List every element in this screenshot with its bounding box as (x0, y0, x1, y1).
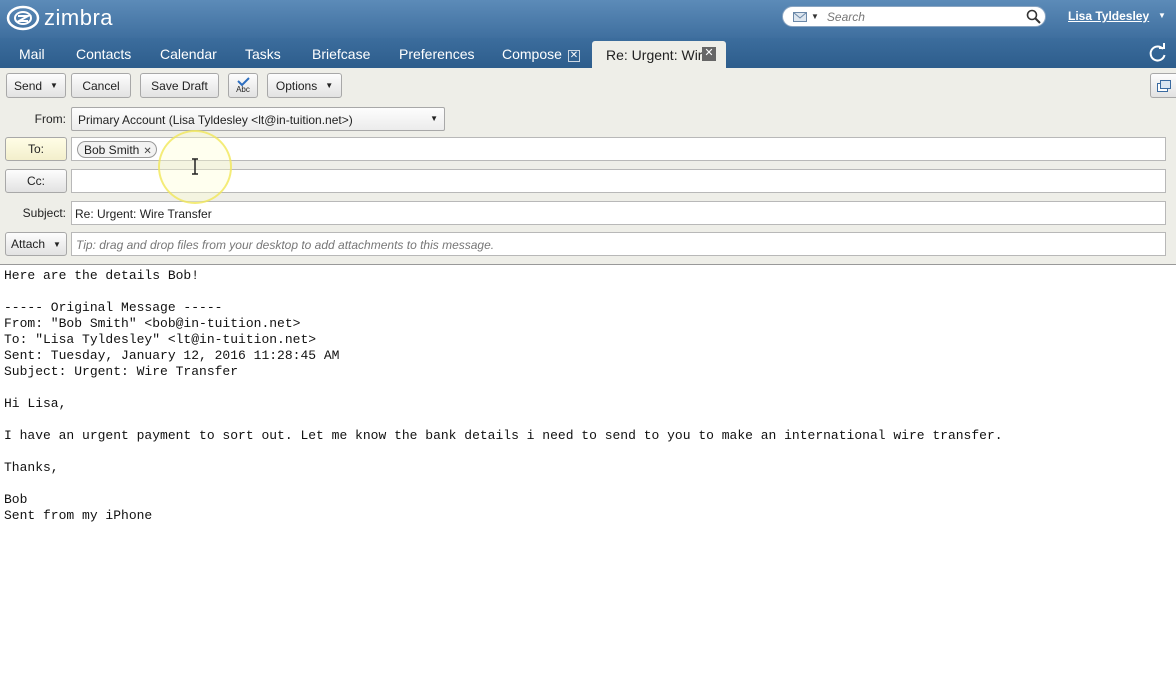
tab-reply-compose[interactable]: Re: Urgent: Wir ✕ (592, 41, 726, 68)
spell-check-label: Abc (236, 85, 250, 94)
new-window-icon (1156, 79, 1171, 92)
cancel-button[interactable]: Cancel (71, 73, 131, 98)
recipient-name: Bob Smith (84, 143, 140, 157)
subject-value: Re: Urgent: Wire Transfer (75, 207, 212, 221)
to-address-book-button[interactable]: To: (5, 137, 67, 161)
tab-mail[interactable]: Mail (19, 46, 45, 62)
brand-name: zimbra (44, 5, 114, 30)
options-button[interactable]: Options ▼ (267, 73, 342, 98)
tab-tasks[interactable]: Tasks (245, 46, 281, 62)
from-label: From: (34, 112, 66, 126)
from-value: Primary Account (Lisa Tyldesley <lt@in-t… (78, 113, 353, 127)
refresh-icon[interactable] (1148, 43, 1168, 63)
zimbra-logo[interactable]: zimbra (6, 4, 113, 32)
attach-button[interactable]: Attach ▼ (5, 232, 67, 256)
chevron-down-icon: ▼ (430, 114, 438, 123)
attachment-drop-zone[interactable]: Tip: drag and drop files from your deskt… (71, 232, 1166, 256)
cc-address-book-button[interactable]: Cc: (5, 169, 67, 193)
close-icon[interactable]: ✕ (567, 50, 580, 62)
search-icon[interactable] (1026, 9, 1041, 24)
tab-reply-label: Re: Urgent: Wir (606, 47, 703, 63)
chevron-down-icon[interactable]: ▼ (1158, 11, 1166, 20)
user-menu[interactable]: Lisa Tyldesley (1068, 9, 1149, 23)
chevron-down-icon: ▼ (53, 239, 61, 249)
message-body-text: Here are the details Bob! ----- Original… (4, 268, 1003, 523)
cc-field[interactable] (71, 169, 1166, 193)
tab-calendar[interactable]: Calendar (160, 46, 217, 62)
subject-field[interactable]: Re: Urgent: Wire Transfer (71, 201, 1166, 225)
attach-label: Attach (11, 237, 46, 251)
attachment-hint: Tip: drag and drop files from your deskt… (76, 238, 495, 252)
chevron-down-icon: ▼ (50, 81, 58, 90)
chevron-down-icon[interactable]: ▼ (811, 12, 819, 21)
tab-compose-label: Compose (502, 46, 562, 62)
remove-recipient-icon[interactable]: ✕ (143, 146, 151, 157)
app-header: zimbra ▼ Lisa Tyldesley ▼ (0, 0, 1176, 38)
close-icon[interactable]: ✕ (702, 47, 716, 61)
options-label: Options (275, 78, 318, 93)
send-label: Send (14, 78, 43, 93)
recipient-chip[interactable]: Bob Smith ✕ (77, 141, 157, 158)
tab-compose[interactable]: Compose ✕ (502, 46, 580, 62)
mail-icon[interactable] (793, 11, 807, 22)
detach-window-button[interactable] (1150, 73, 1176, 98)
chevron-down-icon: ▼ (325, 81, 334, 90)
tab-contacts[interactable]: Contacts (76, 46, 131, 62)
save-draft-button[interactable]: Save Draft (140, 73, 219, 98)
to-field[interactable]: Bob Smith ✕ (71, 137, 1166, 161)
subject-label: Subject: (22, 206, 66, 220)
from-account-select[interactable]: Primary Account (Lisa Tyldesley <lt@in-t… (71, 107, 445, 131)
tab-preferences[interactable]: Preferences (399, 46, 474, 62)
text-cursor-icon (192, 158, 198, 175)
tab-briefcase[interactable]: Briefcase (312, 46, 370, 62)
spell-check-button[interactable]: Abc (228, 73, 258, 98)
app-tab-bar: Mail Contacts Calendar Tasks Briefcase P… (0, 38, 1176, 68)
search-box: ▼ (782, 6, 1046, 27)
send-button[interactable]: Send ▼ (6, 73, 66, 98)
message-body-editor[interactable]: Here are the details Bob! ----- Original… (0, 264, 1176, 684)
search-input[interactable] (826, 9, 1022, 24)
zimbra-logo-icon (6, 5, 40, 31)
